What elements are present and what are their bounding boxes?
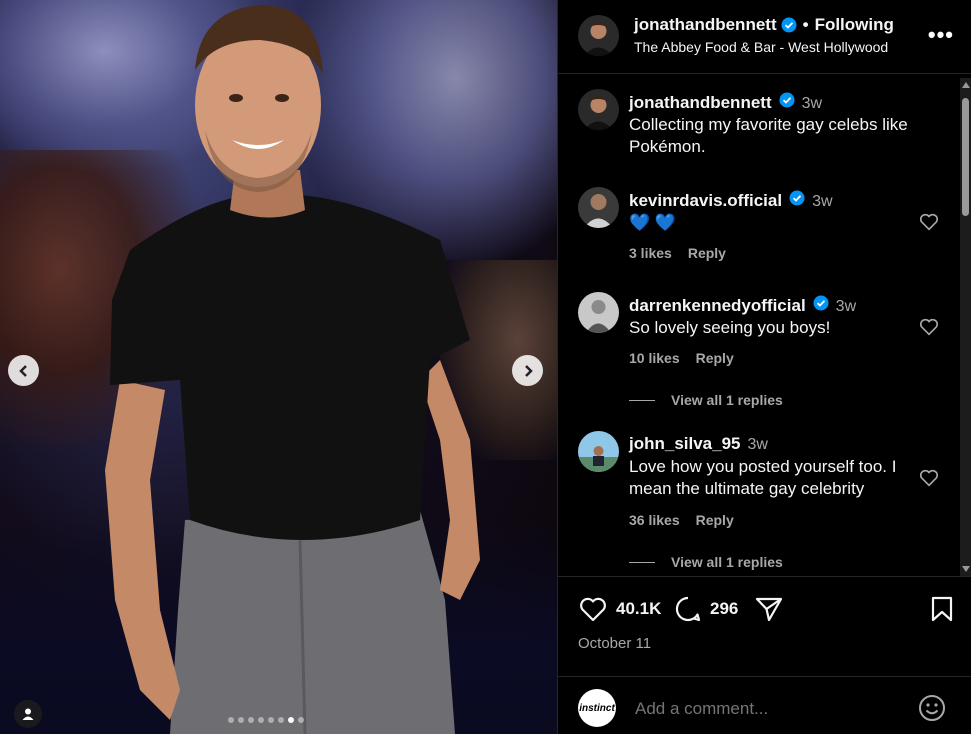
share-action bbox=[754, 595, 784, 623]
share-paper-plane-icon[interactable] bbox=[754, 595, 784, 623]
like-action: 40.1K bbox=[578, 595, 661, 623]
heart-icon[interactable] bbox=[918, 211, 940, 233]
post-details-panel: jonathandbennett • Following The Abbey F… bbox=[557, 0, 971, 734]
comment-count[interactable]: 296 bbox=[710, 599, 738, 619]
comment-text: So lovely seeing you boys! bbox=[629, 318, 831, 337]
commenter-username[interactable]: kevinrdavis.official bbox=[629, 191, 782, 211]
comment-action: 296 bbox=[674, 595, 738, 623]
separator-dot: • bbox=[802, 15, 809, 34]
verified-badge-icon bbox=[813, 295, 829, 311]
comment-text: Love how you posted yourself too. I mean… bbox=[629, 457, 897, 498]
caption-text: Collecting my favorite gay celebs like P… bbox=[629, 115, 908, 156]
carousel-dot bbox=[238, 717, 244, 723]
post-actions: 40.1K 296 October 11 bbox=[558, 576, 971, 676]
carousel-dot bbox=[288, 717, 294, 723]
commenter-username[interactable]: john_silva_95 bbox=[629, 434, 741, 454]
man-in-black-tshirt-figure bbox=[105, 5, 480, 734]
author-avatar[interactable] bbox=[578, 89, 619, 130]
view-replies-button[interactable]: View all 1 replies bbox=[629, 554, 783, 570]
replies-divider bbox=[629, 561, 655, 563]
carousel-dot bbox=[228, 717, 234, 723]
tagged-users-button[interactable] bbox=[14, 700, 42, 728]
heart-icon[interactable] bbox=[578, 595, 608, 623]
heart-icon[interactable] bbox=[918, 467, 940, 489]
verified-badge-icon bbox=[781, 17, 797, 33]
caption-time[interactable]: 3w bbox=[802, 95, 822, 113]
comments-scrollbar[interactable] bbox=[960, 78, 971, 576]
comment-likes[interactable]: 36 likes bbox=[629, 512, 680, 528]
commenter-username[interactable]: darrenkennedyofficial bbox=[629, 296, 806, 316]
comment-time[interactable]: 3w bbox=[836, 298, 856, 316]
comment-text: 💙 💙 bbox=[629, 213, 677, 232]
chevron-left-icon bbox=[18, 364, 27, 377]
comment-bubble-icon[interactable] bbox=[674, 595, 702, 623]
comment-likes[interactable]: 10 likes bbox=[629, 350, 680, 366]
scroll-down-arrow-icon[interactable] bbox=[962, 566, 970, 572]
carousel-dot bbox=[248, 717, 254, 723]
verified-badge-icon bbox=[789, 190, 805, 206]
next-slide-button[interactable] bbox=[512, 355, 543, 386]
author-username[interactable]: jonathandbennett bbox=[634, 15, 777, 35]
post-header: jonathandbennett • Following The Abbey F… bbox=[558, 0, 971, 74]
add-comment-bar: instinct bbox=[558, 676, 971, 734]
view-replies-button[interactable]: View all 1 replies bbox=[629, 392, 783, 408]
carousel-indicator bbox=[228, 717, 304, 723]
reply-button[interactable]: Reply bbox=[696, 512, 734, 528]
scroll-up-arrow-icon[interactable] bbox=[962, 82, 970, 88]
comment-time[interactable]: 3w bbox=[812, 193, 832, 211]
reply-button[interactable]: Reply bbox=[696, 350, 734, 366]
scrollbar-thumb[interactable] bbox=[962, 98, 969, 216]
add-comment-input[interactable] bbox=[635, 699, 895, 719]
following-button[interactable]: Following bbox=[815, 15, 894, 35]
instinct-logo: instinct bbox=[579, 702, 615, 714]
commenter-avatar[interactable] bbox=[578, 292, 619, 333]
user-icon bbox=[22, 708, 34, 720]
more-options-icon[interactable]: ••• bbox=[928, 22, 954, 48]
previous-slide-button[interactable] bbox=[8, 355, 39, 386]
comment-time[interactable]: 3w bbox=[748, 436, 768, 454]
commenter-avatar[interactable] bbox=[578, 187, 619, 228]
bookmark-icon[interactable] bbox=[930, 595, 954, 623]
carousel-dot bbox=[268, 717, 274, 723]
post-photo bbox=[0, 0, 557, 734]
comments-list[interactable]: jonathandbennett 3w Collecting my favori… bbox=[558, 75, 971, 575]
view-replies-label: View all 1 replies bbox=[671, 392, 783, 408]
chevron-right-icon bbox=[524, 364, 533, 377]
emoji-icon[interactable] bbox=[918, 694, 946, 722]
carousel-dot bbox=[278, 717, 284, 723]
view-replies-label: View all 1 replies bbox=[671, 554, 783, 570]
save-action bbox=[930, 595, 954, 623]
replies-divider bbox=[629, 399, 655, 401]
post-date[interactable]: October 11 bbox=[578, 635, 651, 652]
reply-button[interactable]: Reply bbox=[688, 245, 726, 261]
verified-badge-icon bbox=[779, 92, 795, 108]
author-avatar[interactable] bbox=[578, 15, 619, 56]
carousel-dot bbox=[258, 717, 264, 723]
current-user-avatar[interactable]: instinct bbox=[578, 689, 616, 727]
like-count[interactable]: 40.1K bbox=[616, 599, 661, 619]
post-location-link[interactable]: The Abbey Food & Bar - West Hollywood bbox=[634, 39, 888, 55]
carousel-dot bbox=[298, 717, 304, 723]
comment-likes[interactable]: 3 likes bbox=[629, 245, 672, 261]
heart-icon[interactable] bbox=[918, 316, 940, 338]
commenter-avatar[interactable] bbox=[578, 431, 619, 472]
caption-username[interactable]: jonathandbennett bbox=[629, 93, 772, 113]
